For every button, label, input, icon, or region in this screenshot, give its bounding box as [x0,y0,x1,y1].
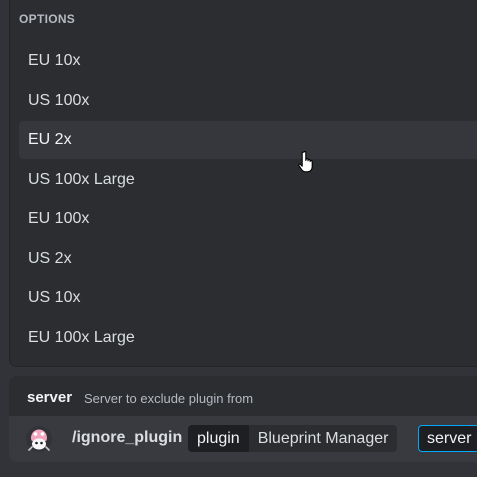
command-name: /ignore_plugin [72,429,183,446]
option-label: EU 2x [28,131,72,148]
option-label: US 100x [28,92,90,109]
option-label: US 100x Large [28,171,135,188]
options-header: OPTIONS [19,12,76,26]
bot-avatar-icon[interactable] [25,425,53,453]
option-eu-2x[interactable]: EU 2x [19,121,477,159]
option-us-100x[interactable]: US 100x [19,82,477,120]
option-label: EU 10x [28,52,81,69]
command-input-row[interactable]: /ignore_plugin plugin Blueprint Manager … [9,416,477,462]
argument-description: Server to exclude plugin from [84,391,254,406]
option-us-2x[interactable]: US 2x [19,240,477,278]
option-us-10x[interactable]: US 10x [19,279,477,317]
option-label: US 2x [28,250,72,267]
hand-pointer-icon [298,150,313,173]
argument-hint-bar: server Server to exclude plugin from [9,376,477,416]
option-label: EU 100x [28,210,90,227]
slash-command-composer: OPTIONS EU 10x US 100x EU 2x US 100x Lar… [0,0,477,477]
option-eu-100x[interactable]: EU 100x [19,200,477,238]
option-label: US 10x [28,289,81,306]
option-eu-10x[interactable]: EU 10x [19,42,477,80]
argument-name: server [27,389,73,406]
autocomplete-popover: OPTIONS EU 10x US 100x EU 2x US 100x Lar… [9,0,477,367]
param-chip-plugin[interactable]: plugin Blueprint Manager [188,425,398,452]
param-input-server[interactable]: server [418,425,477,452]
param-key: plugin [188,425,249,452]
param-value: Blueprint Manager [248,425,398,452]
option-us-100x-large[interactable]: US 100x Large [19,161,477,199]
option-label: EU 100x Large [28,329,135,346]
option-eu-100x-large[interactable]: EU 100x Large [19,319,477,357]
